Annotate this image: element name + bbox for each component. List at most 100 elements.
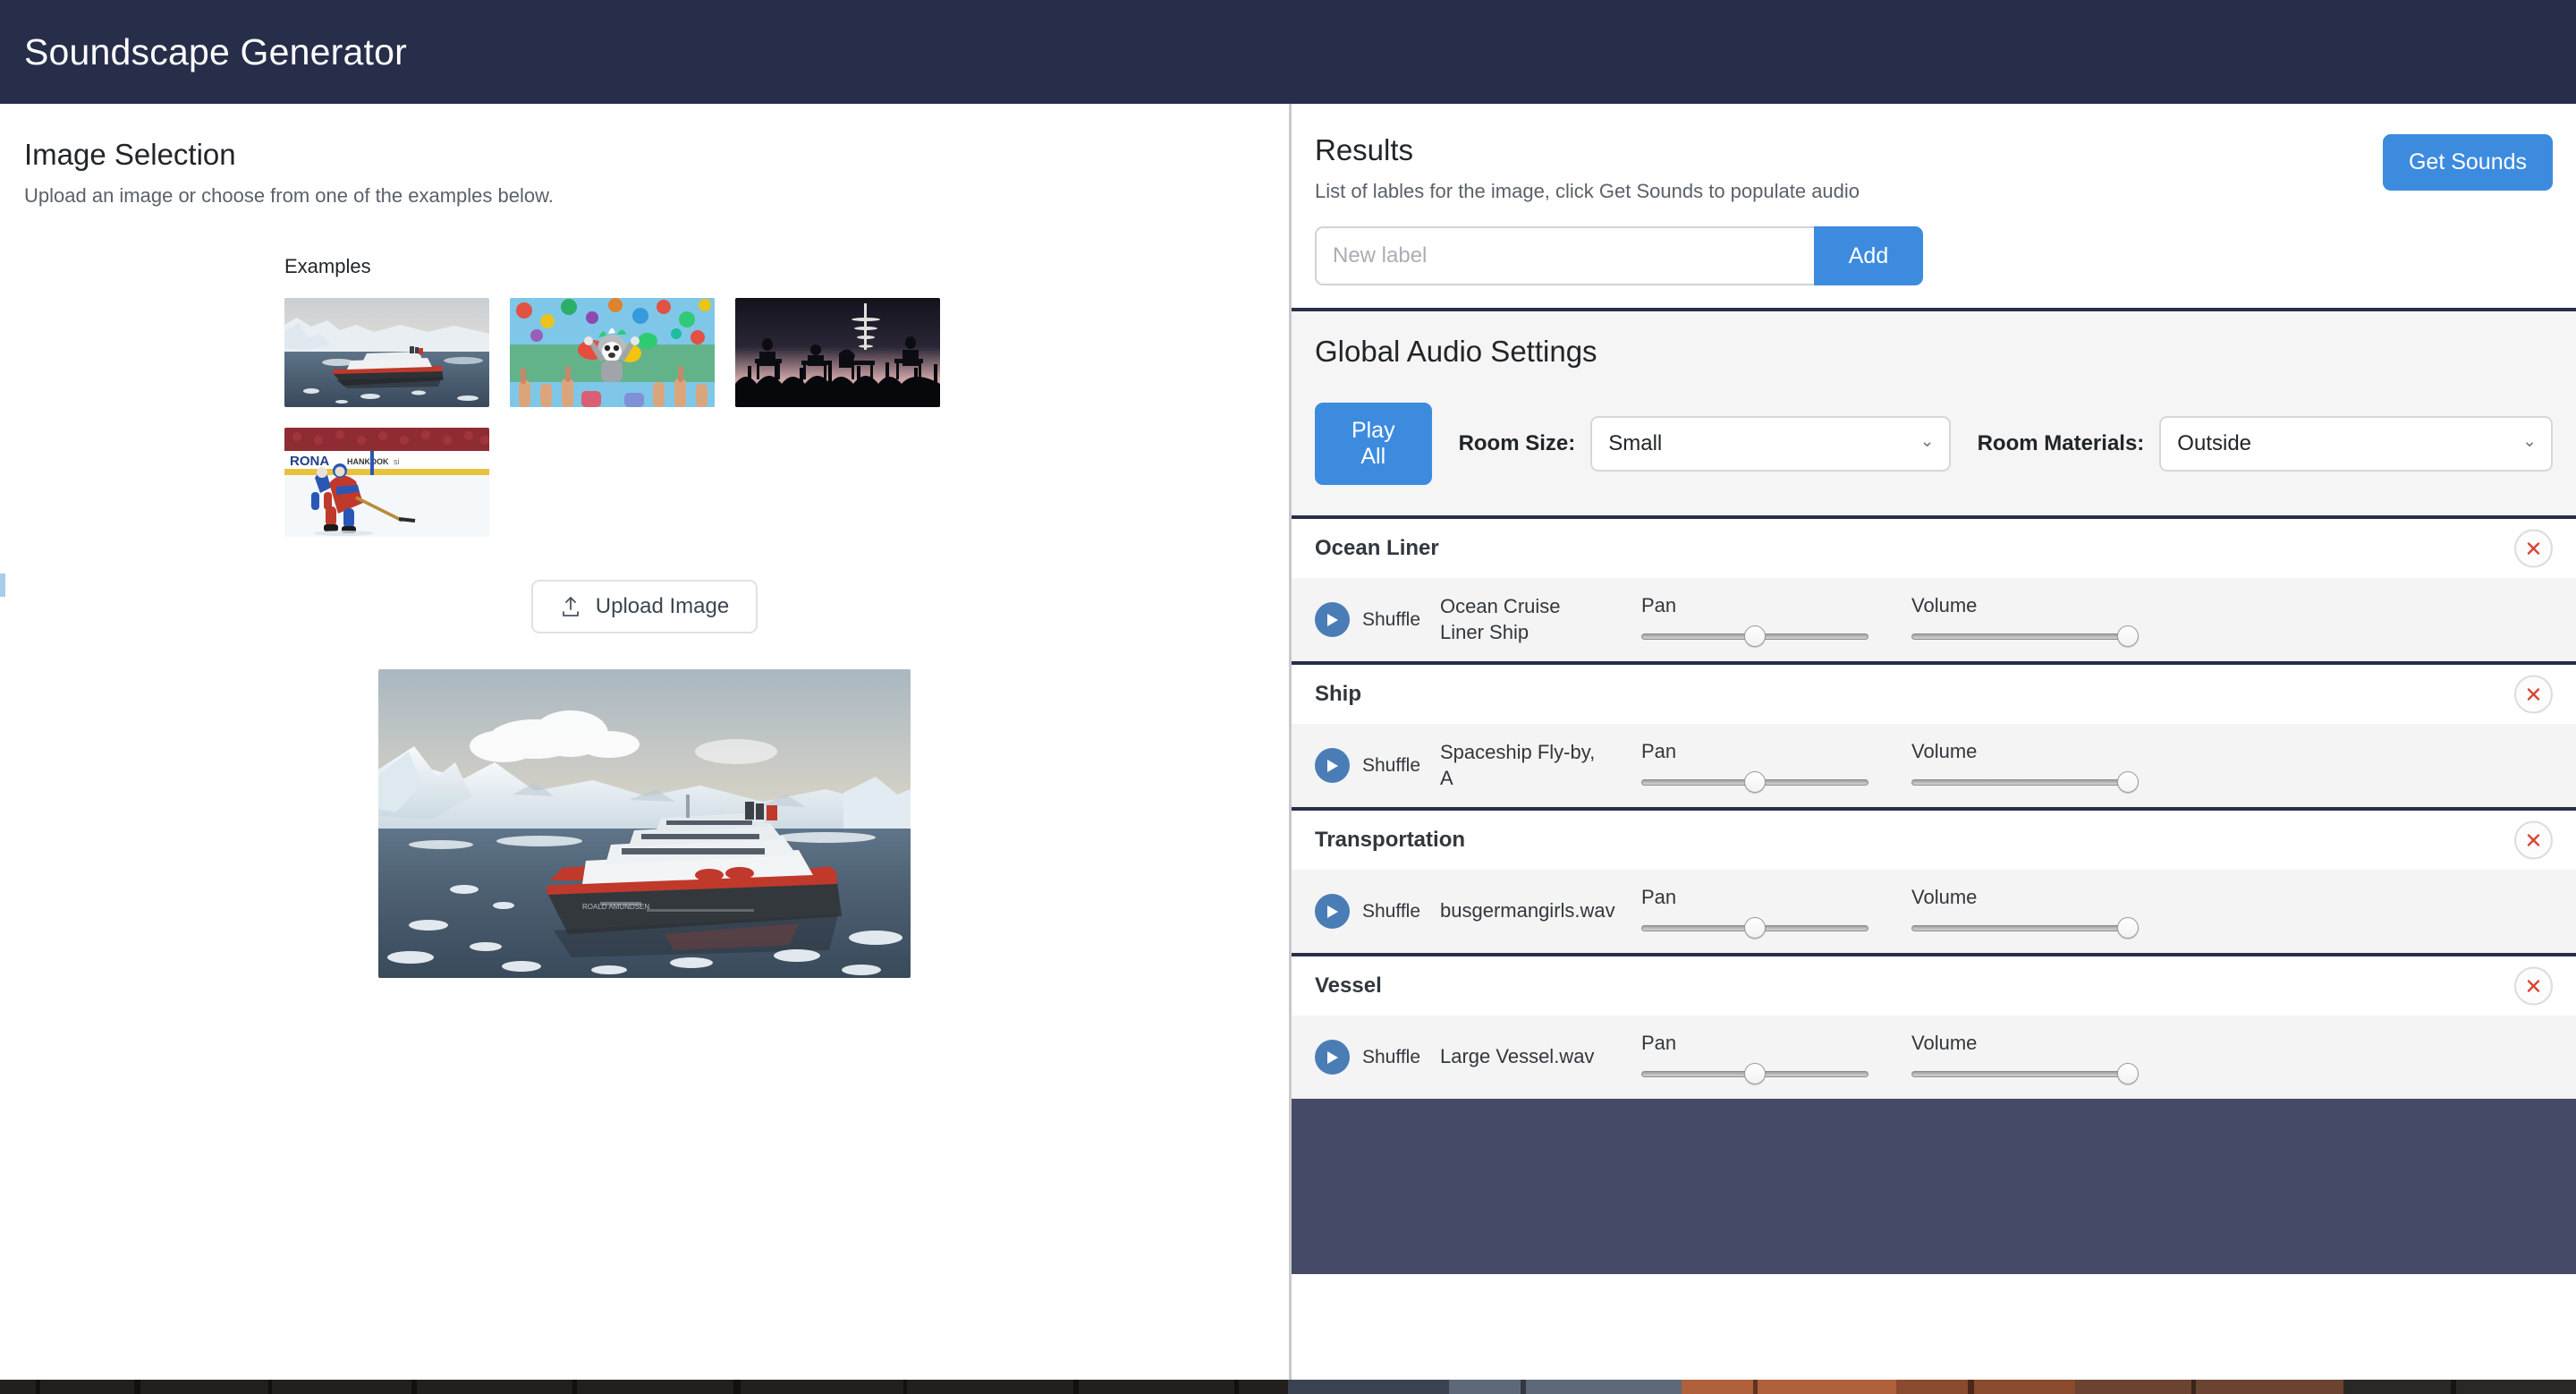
slider-thumb[interactable] bbox=[1744, 916, 1766, 939]
results-subtitle: List of lables for the image, click Get … bbox=[1315, 180, 1860, 202]
play-icon bbox=[1327, 905, 1338, 918]
shuffle-label[interactable]: Shuffle bbox=[1362, 755, 1420, 777]
slider-track bbox=[1911, 1070, 2139, 1077]
play-button[interactable] bbox=[1315, 894, 1350, 929]
examples-grid: RONA HANKOOK si bbox=[284, 298, 964, 537]
play-icon bbox=[1327, 759, 1338, 772]
examples-label: Examples bbox=[284, 255, 371, 277]
remove-group-button[interactable] bbox=[2514, 675, 2553, 714]
slider-track bbox=[1911, 924, 2139, 931]
example-mascot-party[interactable] bbox=[510, 298, 715, 407]
sound-group-header: Ocean Liner bbox=[1292, 519, 2576, 578]
results-footer bbox=[1292, 1099, 2576, 1274]
close-icon bbox=[2527, 980, 2540, 992]
remove-group-button[interactable] bbox=[2514, 529, 2553, 568]
new-label-input[interactable] bbox=[1315, 226, 1814, 285]
sound-row: Shuffle busgermangirls.wav Pan Volume bbox=[1292, 870, 2576, 953]
close-icon bbox=[2527, 688, 2540, 701]
global-audio-title: Global Audio Settings bbox=[1315, 335, 1597, 368]
slider-thumb[interactable] bbox=[2117, 625, 2139, 647]
upload-image-button[interactable]: Upload Image bbox=[530, 580, 758, 633]
close-icon bbox=[2527, 542, 2540, 555]
volume-label: Volume bbox=[1911, 1031, 1978, 1054]
play-button[interactable] bbox=[1315, 602, 1350, 637]
remove-group-button[interactable] bbox=[2514, 820, 2553, 860]
upload-row: Upload Image bbox=[0, 580, 1289, 633]
room-size-select[interactable]: Small ⌄ bbox=[1590, 416, 1951, 472]
add-label-button[interactable]: Add bbox=[1814, 226, 1923, 285]
room-size-value: Small bbox=[1608, 431, 1663, 455]
play-button[interactable] bbox=[1315, 1040, 1350, 1075]
slider-thumb[interactable] bbox=[1744, 1062, 1766, 1084]
volume-slider[interactable] bbox=[1911, 625, 2139, 647]
results-panel: Results List of lables for the image, cl… bbox=[1292, 104, 2576, 1380]
volume-slider[interactable] bbox=[1911, 1062, 2139, 1084]
room-materials-value: Outside bbox=[2177, 431, 2252, 455]
main-content: Image Selection Upload an image or choos… bbox=[0, 104, 2576, 1380]
slider-track bbox=[1911, 778, 2139, 786]
page-subtitle: Upload an image or choose from one of th… bbox=[24, 184, 554, 207]
edge-marker bbox=[0, 574, 5, 597]
sound-row: Shuffle Ocean Cruise Liner Ship Pan Volume bbox=[1292, 578, 2576, 661]
sound-group-label: Vessel bbox=[1315, 973, 1382, 998]
close-icon bbox=[2527, 834, 2540, 846]
shuffle-label[interactable]: Shuffle bbox=[1362, 1047, 1420, 1068]
get-sounds-button[interactable]: Get Sounds bbox=[2382, 134, 2553, 191]
slider-track bbox=[1911, 633, 2139, 640]
pan-control: Pan bbox=[1641, 1032, 1876, 1084]
play-icon bbox=[1327, 613, 1338, 626]
global-audio-controls: Play All Room Size: Small ⌄ Room Materia… bbox=[1315, 403, 2553, 485]
slider-thumb[interactable] bbox=[1744, 770, 1766, 793]
slider-thumb[interactable] bbox=[2117, 916, 2139, 939]
upload-image-label: Upload Image bbox=[595, 594, 730, 618]
chevron-down-icon: ⌄ bbox=[1919, 432, 1935, 452]
volume-control: Volume bbox=[1911, 739, 2146, 793]
shuffle-label[interactable]: Shuffle bbox=[1362, 609, 1420, 631]
bottom-image-strip bbox=[0, 1380, 2576, 1394]
sound-groups-list: Ocean Liner Shuffle Ocean Cruise Liner Shi… bbox=[1292, 515, 2576, 1099]
sound-group-label: Transportation bbox=[1315, 828, 1466, 852]
slider-thumb[interactable] bbox=[1744, 625, 1766, 647]
pan-label: Pan bbox=[1641, 1031, 1677, 1054]
page-title: Image Selection bbox=[24, 138, 236, 171]
example-cruise-ship[interactable] bbox=[284, 298, 489, 407]
play-all-button[interactable]: Play All bbox=[1315, 403, 1432, 485]
chevron-down-icon: ⌄ bbox=[2522, 432, 2537, 452]
shuffle-label[interactable]: Shuffle bbox=[1362, 901, 1420, 922]
image-selection-header: Image Selection Upload an image or choos… bbox=[0, 104, 1289, 208]
example-hockey-game[interactable]: RONA HANKOOK si bbox=[284, 428, 489, 537]
volume-slider[interactable] bbox=[1911, 770, 2139, 793]
volume-label: Volume bbox=[1911, 885, 1978, 908]
pan-slider[interactable] bbox=[1641, 625, 1868, 647]
svg-text:HANKOOK: HANKOOK bbox=[347, 457, 389, 466]
app-title: Soundscape Generator bbox=[24, 30, 407, 72]
app-header: Soundscape Generator bbox=[0, 0, 2576, 104]
preview-wrap: ROALD AMUNDSEN bbox=[0, 669, 1289, 978]
pan-slider[interactable] bbox=[1641, 1062, 1868, 1084]
pan-control: Pan bbox=[1641, 886, 1876, 939]
sound-name: Spaceship Fly-by, A bbox=[1440, 741, 1596, 789]
sound-group: Transportation Shuffle busgermangirls.wav P… bbox=[1292, 807, 2576, 953]
room-size-label: Room Size: bbox=[1458, 431, 1576, 455]
slider-thumb[interactable] bbox=[2117, 1062, 2139, 1084]
volume-label: Volume bbox=[1911, 739, 1978, 762]
slider-thumb[interactable] bbox=[2117, 770, 2139, 793]
pan-slider[interactable] bbox=[1641, 916, 1868, 939]
example-concert-crowd[interactable] bbox=[735, 298, 940, 407]
remove-group-button[interactable] bbox=[2514, 966, 2553, 1006]
play-icon bbox=[1327, 1050, 1338, 1064]
sound-group-header: Transportation bbox=[1292, 811, 2576, 870]
svg-text:RONA: RONA bbox=[290, 454, 329, 469]
sound-name: busgermangirls.wav bbox=[1440, 899, 1615, 922]
play-button[interactable] bbox=[1315, 748, 1350, 783]
room-materials-label: Room Materials: bbox=[1977, 431, 2145, 455]
sound-name: Ocean Cruise Liner Ship bbox=[1440, 595, 1561, 643]
room-materials-select[interactable]: Outside ⌄ bbox=[2159, 416, 2553, 472]
volume-slider[interactable] bbox=[1911, 916, 2139, 939]
pan-slider[interactable] bbox=[1641, 770, 1868, 793]
pan-control: Pan bbox=[1641, 594, 1876, 647]
preview-cruise-ship[interactable]: ROALD AMUNDSEN bbox=[378, 669, 911, 978]
results-header: Results List of lables for the image, cl… bbox=[1292, 104, 2576, 308]
sound-row: Shuffle Spaceship Fly-by, A Pan Volume bbox=[1292, 724, 2576, 807]
sound-group-header: Ship bbox=[1292, 665, 2576, 724]
